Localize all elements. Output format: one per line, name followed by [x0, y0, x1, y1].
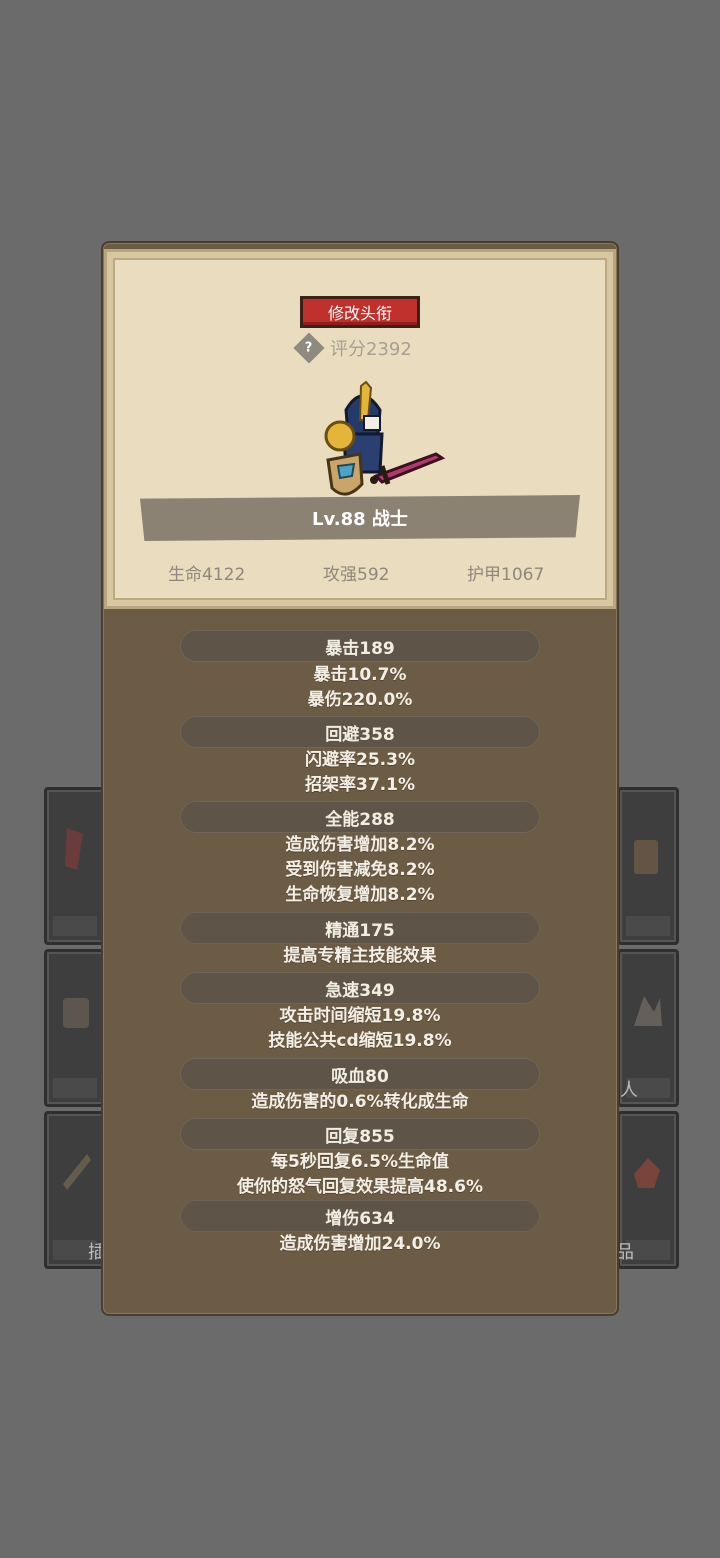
attr-line: 暴伤220.0%	[307, 690, 413, 710]
equipment-slot-icon	[634, 840, 658, 874]
attr-header-regen: 回复855	[180, 1118, 540, 1150]
attr-line: 攻击时间缩短19.8%	[279, 1006, 441, 1026]
hp-summary: 生命4122	[168, 565, 246, 585]
help-icon[interactable]: ?	[293, 332, 325, 364]
bg-tile-label: 人	[620, 1080, 638, 1101]
attr-header-crit: 暴击189	[180, 630, 540, 662]
equipment-slot-icon	[65, 828, 83, 870]
attr-line: 生命恢复增加8.2%	[285, 885, 435, 905]
equipment-slot-icon	[63, 998, 89, 1028]
attr-header-damage-bonus: 增伤634	[180, 1200, 540, 1232]
bg-tile-left-2	[44, 949, 106, 1107]
bg-tile-left-1	[44, 787, 106, 945]
attr-line: 技能公共cd缩短19.8%	[268, 1031, 452, 1051]
attr-line: 闪避率25.3%	[305, 750, 415, 770]
bg-tile-right-1	[617, 787, 679, 945]
attr-line: 提高专精主技能效果	[283, 946, 437, 966]
attack-summary: 攻强592	[323, 565, 390, 585]
attr-line: 暴击10.7%	[313, 665, 407, 685]
equipment-slot-icon	[634, 996, 662, 1026]
attr-line: 受到伤害减免8.2%	[285, 860, 435, 880]
attr-line: 造成伤害增加8.2%	[285, 835, 435, 855]
score-row: ? 评分2392	[293, 332, 412, 364]
rename-title-button[interactable]: 修改头衔	[300, 296, 420, 328]
attr-line: 造成伤害增加24.0%	[279, 1234, 441, 1254]
attr-line: 使你的怒气回复效果提高48.6%	[237, 1177, 483, 1197]
score-value: 评分2392	[330, 339, 412, 360]
attr-header-mastery: 精通175	[180, 912, 540, 944]
attr-header-haste: 急速349	[180, 972, 540, 1004]
attr-line: 造成伤害的0.6%转化成生命	[251, 1092, 469, 1112]
armor-summary: 护甲1067	[467, 565, 545, 585]
attr-header-dodge: 回避358	[180, 716, 540, 748]
level-class-banner: Lv.88 战士	[140, 495, 580, 541]
attr-header-versatility: 全能288	[180, 801, 540, 833]
attr-header-lifesteal: 吸血80	[180, 1058, 540, 1090]
equipment-slot-icon	[63, 1154, 91, 1190]
warrior-character-sprite	[324, 380, 446, 496]
equipment-slot-icon	[634, 1158, 660, 1188]
attr-line: 每5秒回复6.5%生命值	[271, 1152, 449, 1172]
attr-line: 招架率37.1%	[305, 775, 415, 795]
